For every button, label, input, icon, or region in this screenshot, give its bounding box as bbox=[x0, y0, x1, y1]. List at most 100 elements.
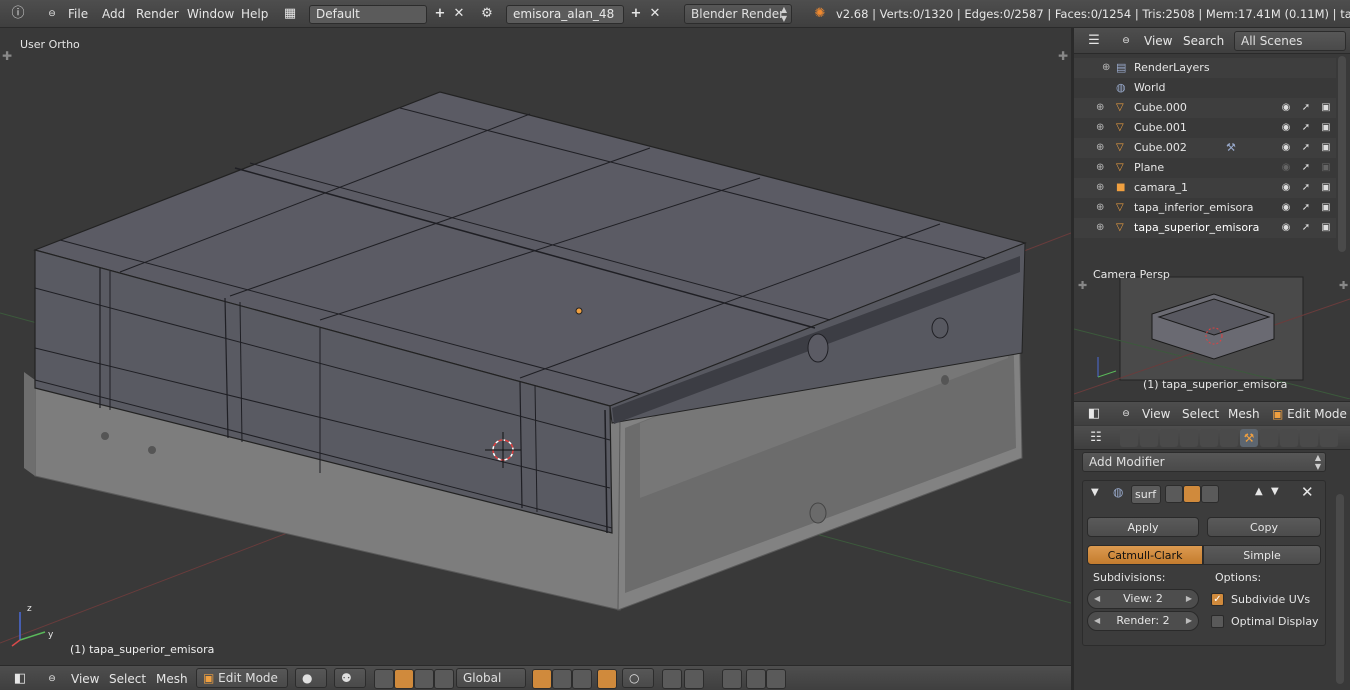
translate-manipulator-icon[interactable] bbox=[394, 669, 414, 689]
render-animation-icon[interactable] bbox=[766, 669, 786, 689]
render-engine-dropdown[interactable]: Blender Render ▲ ▼ bbox=[684, 4, 792, 24]
pivot-point-dropdown[interactable]: ⚉ bbox=[334, 668, 366, 688]
expand-icon[interactable]: ⊕ bbox=[1102, 58, 1110, 78]
outliner-item-tapa-superior[interactable]: ⊕ ▽ tapa_superior_emisora ◉ ➚ ▣ bbox=[1074, 218, 1336, 238]
collapse-menu-icon[interactable]: ⊖ bbox=[1116, 31, 1136, 51]
remove-layout-icon[interactable]: ✕ bbox=[449, 4, 469, 24]
decrement-icon[interactable]: ◀ bbox=[1094, 612, 1100, 630]
camera-menu-select[interactable]: Select bbox=[1182, 404, 1219, 424]
expand-icon[interactable]: ⊕ bbox=[1096, 178, 1104, 198]
optimal-display-checkbox[interactable] bbox=[1211, 615, 1224, 628]
menu-select[interactable]: Select bbox=[109, 669, 146, 689]
occlude-geometry-icon[interactable] bbox=[597, 669, 617, 689]
show-in-editmode-icon[interactable] bbox=[1201, 485, 1219, 503]
increment-icon[interactable]: ▶ bbox=[1186, 612, 1192, 630]
object-tab-icon[interactable] bbox=[1200, 429, 1218, 447]
camera-mode-selector[interactable]: ▣ Edit Mode bbox=[1272, 404, 1347, 424]
expand-icon[interactable]: ⊕ bbox=[1096, 198, 1104, 218]
viewport-shading-dropdown[interactable]: ● bbox=[295, 668, 327, 688]
selectable-cursor-icon[interactable]: ➚ bbox=[1298, 98, 1314, 118]
transform-orientation-dropdown[interactable]: Global bbox=[456, 668, 526, 688]
move-down-icon[interactable]: ▼ bbox=[1271, 486, 1279, 497]
expand-icon[interactable]: ⊕ bbox=[1096, 118, 1104, 138]
scene-icon[interactable]: ⚙ bbox=[477, 4, 497, 24]
proportional-falloff-icon[interactable] bbox=[662, 669, 682, 689]
material-tab-icon[interactable] bbox=[1280, 429, 1298, 447]
outliner-item-tapa-inferior[interactable]: ⊕ ▽ tapa_inferior_emisora ◉ ➚ ▣ bbox=[1074, 198, 1336, 218]
selectable-cursor-icon[interactable]: ➚ bbox=[1298, 198, 1314, 218]
outliner-item-camara1[interactable]: ⊕ ■ camara_1 ◉ ➚ ▣ bbox=[1074, 178, 1336, 198]
snap-icon[interactable] bbox=[684, 669, 704, 689]
rotate-manipulator-icon[interactable] bbox=[414, 669, 434, 689]
3d-viewport[interactable]: z y ✚ ✚ User Ortho (1) tapa_superior_emi… bbox=[0, 28, 1071, 662]
edge-select-icon[interactable] bbox=[552, 669, 572, 689]
selectable-cursor-icon[interactable]: ➚ bbox=[1298, 218, 1314, 238]
constraints-tab-icon[interactable] bbox=[1220, 429, 1238, 447]
mode-dropdown[interactable]: ▣ Edit Mode bbox=[196, 668, 288, 688]
outliner-item-cube002[interactable]: ⊕ ▽ Cube.002 ⚒ ◉ ➚ ▣ bbox=[1074, 138, 1336, 158]
properties-editor-icon[interactable]: ☷ bbox=[1086, 428, 1106, 448]
render-opengl-icon[interactable] bbox=[746, 669, 766, 689]
subdivide-uvs-checkbox[interactable]: ✓ bbox=[1211, 593, 1224, 606]
menu-help[interactable]: Help bbox=[241, 4, 268, 24]
area-split-icon[interactable]: ✚ bbox=[1078, 279, 1087, 292]
show-in-render-icon[interactable] bbox=[1165, 485, 1183, 503]
expand-icon[interactable]: ⊕ bbox=[1096, 138, 1104, 158]
outliner-display-dropdown[interactable]: All Scenes bbox=[1234, 31, 1346, 51]
manipulator-toggle-icon[interactable] bbox=[374, 669, 394, 689]
outliner-item-renderlayers[interactable]: ⊕ ▤ RenderLayers bbox=[1074, 58, 1336, 78]
renderable-camera-icon[interactable]: ▣ bbox=[1318, 118, 1334, 138]
expand-icon[interactable]: ⊕ bbox=[1096, 218, 1104, 238]
proportional-edit-dropdown[interactable]: ○ bbox=[622, 668, 654, 688]
menu-file[interactable]: File bbox=[68, 4, 88, 24]
editor-type-icon[interactable]: ◧ bbox=[10, 669, 30, 689]
visibility-eye-icon[interactable]: ◉ bbox=[1278, 98, 1294, 118]
properties-scrollbar[interactable] bbox=[1336, 494, 1344, 684]
outliner-editor-icon[interactable]: ☰ bbox=[1084, 31, 1104, 51]
renderable-camera-icon[interactable]: ▣ bbox=[1318, 198, 1334, 218]
area-split-icon[interactable]: ✚ bbox=[1339, 279, 1348, 292]
outliner-menu-search[interactable]: Search bbox=[1183, 31, 1224, 51]
show-in-viewport-icon[interactable] bbox=[1183, 485, 1201, 503]
increment-icon[interactable]: ▶ bbox=[1186, 590, 1192, 608]
menu-add[interactable]: Add bbox=[102, 4, 125, 24]
snap-target-icon[interactable] bbox=[722, 669, 742, 689]
outliner-item-cube001[interactable]: ⊕ ▽ Cube.001 ◉ ➚ ▣ bbox=[1074, 118, 1336, 138]
selectable-cursor-icon[interactable]: ➚ bbox=[1298, 178, 1314, 198]
selectable-cursor-icon[interactable]: ➚ bbox=[1298, 118, 1314, 138]
visibility-eye-icon[interactable]: ◉ bbox=[1278, 158, 1294, 178]
catmull-clark-tab[interactable]: Catmull-Clark bbox=[1087, 545, 1203, 565]
visibility-eye-icon[interactable]: ◉ bbox=[1278, 178, 1294, 198]
menu-view[interactable]: View bbox=[71, 669, 99, 689]
scene-name-field[interactable]: emisora_alan_48 bbox=[506, 5, 624, 24]
menu-render[interactable]: Render bbox=[136, 4, 179, 24]
visibility-eye-icon[interactable]: ◉ bbox=[1278, 138, 1294, 158]
menu-mesh[interactable]: Mesh bbox=[156, 669, 188, 689]
renderable-camera-icon[interactable]: ▣ bbox=[1318, 158, 1334, 178]
render-subdivisions-field[interactable]: ◀ Render: 2 ▶ bbox=[1087, 611, 1199, 631]
vertex-select-icon[interactable] bbox=[532, 669, 552, 689]
visibility-eye-icon[interactable]: ◉ bbox=[1278, 198, 1294, 218]
modifier-name-field[interactable]: surf bbox=[1131, 485, 1161, 504]
visibility-eye-icon[interactable]: ◉ bbox=[1278, 118, 1294, 138]
screen-layout-icon[interactable]: ▦ bbox=[280, 4, 300, 24]
outliner-scrollbar[interactable] bbox=[1338, 56, 1346, 252]
camera-viewport[interactable]: ✚ ✚ Camera Persp (1) tapa_superior_emiso… bbox=[1074, 259, 1350, 399]
expand-icon[interactable]: ⊕ bbox=[1096, 98, 1104, 118]
viewport-canvas[interactable]: z y ✚ ✚ bbox=[0, 28, 1071, 662]
add-modifier-dropdown[interactable]: Add Modifier ▲ ▼ bbox=[1082, 452, 1326, 472]
modifiers-tab-icon[interactable]: ⚒ bbox=[1240, 429, 1258, 447]
collapse-menu-icon[interactable]: ⊖ bbox=[42, 4, 62, 24]
remove-modifier-icon[interactable]: ✕ bbox=[1301, 483, 1314, 501]
texture-tab-icon[interactable] bbox=[1300, 429, 1318, 447]
add-scene-icon[interactable]: + bbox=[626, 4, 646, 24]
physics-tab-icon[interactable] bbox=[1320, 429, 1338, 447]
render-tab-icon[interactable] bbox=[1120, 429, 1138, 447]
renderable-camera-icon[interactable]: ▣ bbox=[1318, 218, 1334, 238]
decrement-icon[interactable]: ◀ bbox=[1094, 590, 1100, 608]
view-subdivisions-field[interactable]: ◀ View: 2 ▶ bbox=[1087, 589, 1199, 609]
info-editor-icon[interactable]: ⓘ bbox=[8, 4, 28, 24]
mesh-data-tab-icon[interactable] bbox=[1260, 429, 1278, 447]
collapse-menu-icon[interactable]: ⊖ bbox=[1116, 404, 1136, 424]
renderable-camera-icon[interactable]: ▣ bbox=[1318, 98, 1334, 118]
